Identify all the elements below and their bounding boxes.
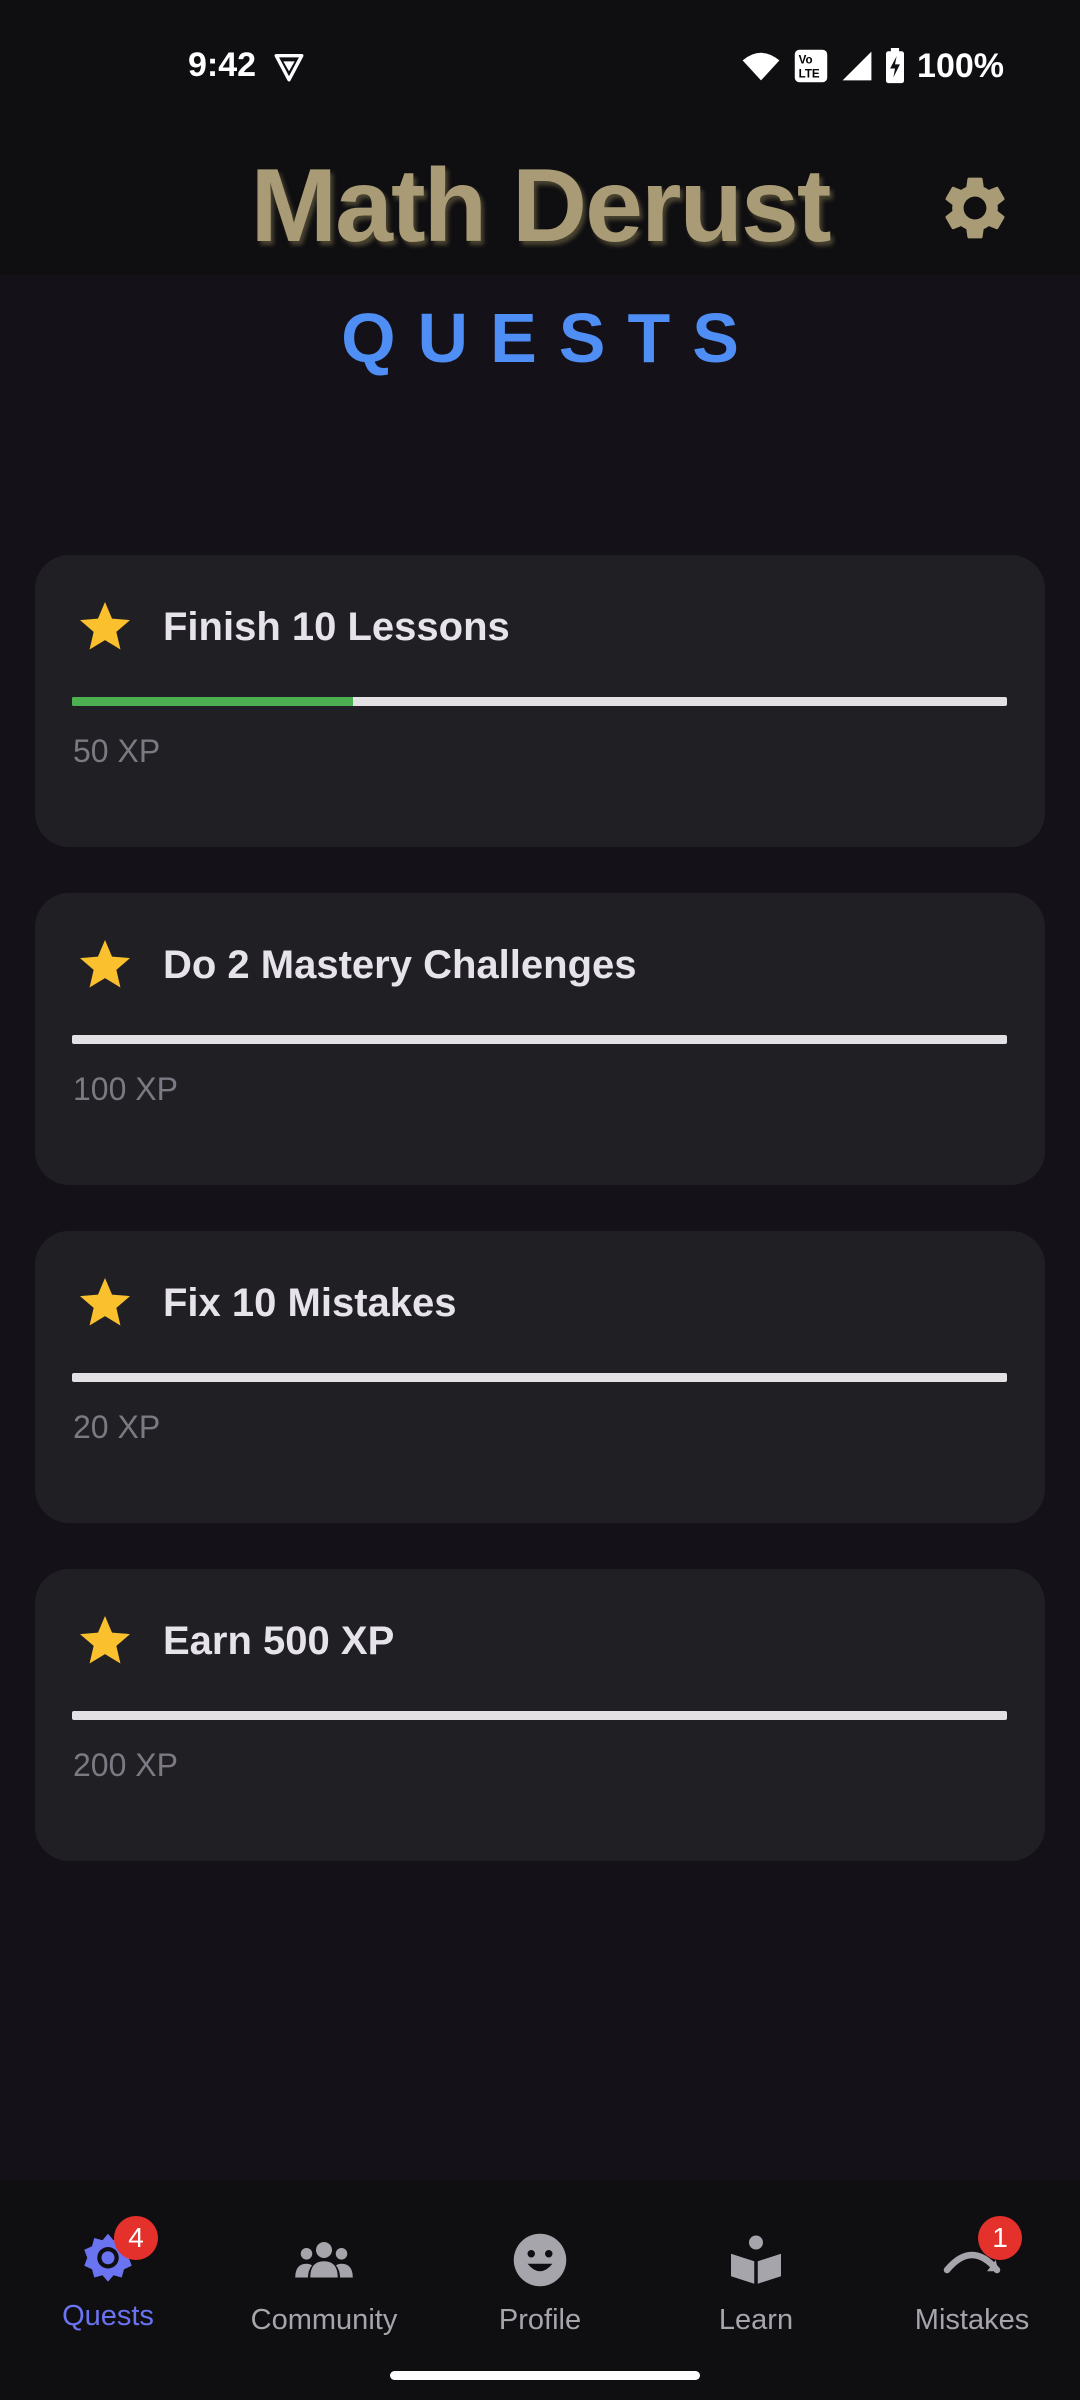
quest-list: Finish 10 Lessons 50 XP Do 2 Mastery Cha… <box>35 555 1045 1907</box>
nav-item-profile[interactable]: Profile <box>432 2220 648 2350</box>
home-indicator[interactable] <box>390 2371 700 2380</box>
gear-icon <box>945 177 1005 239</box>
mistakes-badge: 1 <box>978 2216 1022 2260</box>
quests-badge: 4 <box>114 2216 158 2260</box>
status-icons: Vo LTE 100% <box>741 46 1004 86</box>
quest-title: Do 2 Mastery Challenges <box>163 943 637 987</box>
app-header: Math Derust <box>0 135 1080 275</box>
quest-title: Fix 10 Mistakes <box>163 1281 457 1325</box>
quest-title: Finish 10 Lessons <box>163 605 510 649</box>
quest-progress-bar <box>72 1035 1007 1044</box>
quest-reward: 100 XP <box>73 1071 178 1107</box>
star-icon <box>80 940 130 988</box>
battery-percentage: 100% <box>917 46 1004 85</box>
volte-icon: Vo LTE <box>794 49 828 83</box>
section-heading: QUESTS <box>341 299 761 377</box>
nav-item-community[interactable]: Community <box>216 2220 432 2350</box>
quest-reward: 20 XP <box>73 1409 161 1445</box>
nav-item-quests[interactable]: 4 Quests <box>0 2216 216 2350</box>
quest-card[interactable]: Earn 500 XP 200 XP <box>35 1569 1045 1861</box>
nav-item-learn[interactable]: Learn <box>648 2220 864 2350</box>
nav-label: Learn <box>718 2304 794 2336</box>
quest-reward: 50 XP <box>73 733 161 769</box>
status-time: 9:42 <box>188 46 257 84</box>
signal-icon <box>842 51 872 81</box>
svg-text:LTE: LTE <box>799 69 820 81</box>
screen: 9:42 Vo LTE 100% Math Derust QUESTS Fini… <box>0 0 1080 2400</box>
nav-label: Profile <box>498 2304 582 2336</box>
star-icon <box>80 1616 130 1664</box>
settings-button[interactable] <box>932 165 1018 251</box>
star-icon <box>80 1278 130 1326</box>
smiley-icon <box>510 2230 570 2290</box>
mistakes-icon: 1 <box>942 2216 1022 2290</box>
nav-item-mistakes[interactable]: 1 Mistakes <box>864 2216 1080 2350</box>
quest-progress-fill <box>72 697 353 706</box>
quest-progress-bar <box>72 1373 1007 1382</box>
quest-card[interactable]: Fix 10 Mistakes 20 XP <box>35 1231 1045 1523</box>
quest-card[interactable]: Finish 10 Lessons 50 XP <box>35 555 1045 847</box>
star-icon <box>80 602 130 650</box>
svg-text:Vo: Vo <box>799 55 813 67</box>
bottom-navigation: 4 Quests Community Profile Learn 1 Mista… <box>0 2180 1080 2400</box>
app-title: Math Derust <box>250 148 832 264</box>
wifi-icon <box>742 52 780 81</box>
vpn-icon <box>274 53 304 82</box>
battery-charging-icon <box>886 48 905 84</box>
quest-reward: 200 XP <box>73 1747 178 1783</box>
book-icon <box>726 2230 786 2290</box>
nav-label: Community <box>250 2304 398 2336</box>
quest-card[interactable]: Do 2 Mastery Challenges 100 XP <box>35 893 1045 1185</box>
quest-progress-bar <box>72 1711 1007 1720</box>
community-icon <box>294 2230 354 2290</box>
nav-label: Quests <box>62 2300 154 2332</box>
quests-gear-icon: 4 <box>78 2216 158 2290</box>
nav-label: Mistakes <box>914 2304 1030 2336</box>
quest-title: Earn 500 XP <box>163 1619 395 1663</box>
quest-progress-bar <box>72 697 1007 706</box>
status-bar: 9:42 Vo LTE 100% <box>0 0 1080 135</box>
